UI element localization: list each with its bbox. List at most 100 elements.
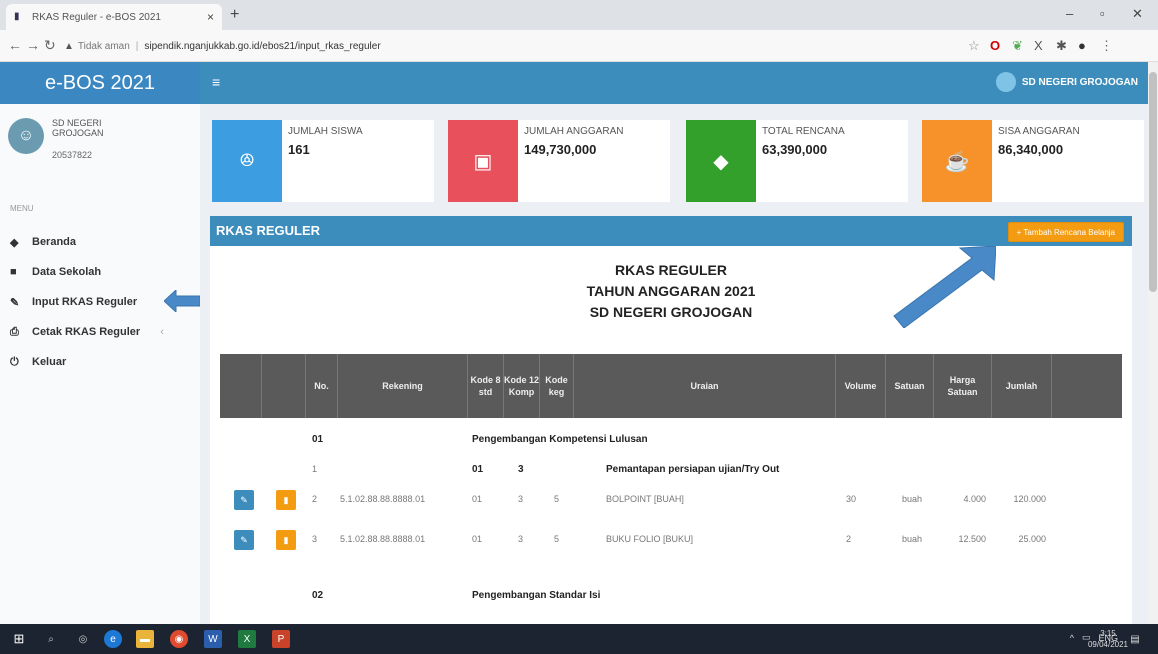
- opera-extension-icon[interactable]: O: [990, 38, 1000, 53]
- cell-harga: 12.500: [958, 534, 986, 544]
- edit-button[interactable]: ✎: [234, 490, 254, 510]
- panel-header: RKAS REGULER + Tambah Rencana Belanja: [210, 216, 1132, 246]
- tab-title: RKAS Reguler - e-BOS 2021: [32, 11, 161, 23]
- maximize-icon[interactable]: ▫: [1100, 6, 1105, 21]
- sidebar-item-keluar[interactable]: ⏻ Keluar: [10, 352, 66, 372]
- scrollbar-thumb[interactable]: [1149, 72, 1157, 292]
- cell-satuan: buah: [902, 534, 923, 544]
- stat-label: SISA ANGGARAN: [998, 126, 1080, 137]
- chevron-up-icon[interactable]: ^: [1070, 633, 1074, 643]
- user-menu[interactable]: SD NEGERI GROJOGAN: [995, 72, 1138, 92]
- table-row: ✎ ▮ 3 5.1.02.88.88.8888.01 01 3 5 BUKU F…: [220, 524, 1122, 558]
- cell-uraian: BUKU FOLIO [BUKU]: [606, 534, 694, 544]
- sidebar-item-label: Beranda: [32, 236, 77, 248]
- cell-rekening: 5.1.02.88.88.8888.01: [340, 494, 426, 504]
- forward-icon[interactable]: →: [26, 37, 40, 53]
- trash-icon: ▮: [283, 494, 289, 505]
- delete-button[interactable]: ▮: [276, 490, 296, 510]
- reload-icon[interactable]: ↻: [44, 37, 56, 54]
- sidebar-item-beranda[interactable]: ◆ Beranda: [10, 232, 76, 252]
- security-label: Tidak aman: [77, 40, 130, 52]
- notification-icon[interactable]: ▤: [1126, 630, 1144, 648]
- close-window-icon[interactable]: ✕: [1132, 6, 1143, 22]
- cell-no: 01: [312, 433, 324, 445]
- col-kode8-header: Kode 8 std: [468, 354, 504, 418]
- word-icon[interactable]: W: [204, 630, 222, 648]
- star-icon[interactable]: ☆: [968, 38, 980, 54]
- task-view-icon[interactable]: ◎: [74, 630, 92, 648]
- cell-kodekeg: 5: [554, 494, 560, 504]
- sidebar-item-cetak-rkas[interactable]: ⎙ Cetak RKAS Reguler ‹: [10, 322, 164, 342]
- col-no-header: No.: [306, 354, 338, 418]
- cell-no: 02: [312, 589, 324, 601]
- power-icon: ⏻: [10, 355, 19, 368]
- annotation-arrow-up: [893, 246, 996, 328]
- table-row: 01 Pengembangan Kompetensi Lulusan: [220, 424, 1122, 454]
- stat-value: 63,390,000: [762, 142, 828, 157]
- new-tab-button[interactable]: +: [230, 6, 239, 24]
- trash-icon: ▮: [283, 534, 289, 545]
- minimize-icon[interactable]: –: [1066, 6, 1073, 21]
- hamburger-icon[interactable]: ≡: [212, 74, 220, 90]
- stat-value: 86,340,000: [998, 142, 1064, 157]
- stat-card-jumlah-anggaran: ▣ JUMLAH ANGGARAN 149,730,000: [448, 120, 670, 202]
- stat-value: 161: [288, 142, 310, 157]
- money-icon: ▣: [448, 120, 518, 202]
- back-icon[interactable]: ←: [8, 37, 22, 53]
- extension-icon[interactable]: ❦: [1012, 38, 1023, 54]
- col-jumlah-header: Jumlah: [992, 354, 1052, 418]
- rkas-panel: RKAS REGULER + Tambah Rencana Belanja RK…: [210, 216, 1132, 624]
- profile-icon[interactable]: ●: [1078, 38, 1086, 53]
- browser-menu-icon[interactable]: ⋮: [1100, 38, 1113, 54]
- col-uraian-header: Uraian: [574, 354, 836, 418]
- excel-icon[interactable]: X: [238, 630, 256, 648]
- powerpoint-icon[interactable]: P: [272, 630, 290, 648]
- col-edit-header: [220, 354, 262, 418]
- cell-uraian: Pengembangan Standar Isi: [472, 589, 601, 601]
- search-icon[interactable]: ⌕: [42, 630, 60, 648]
- tag-icon: ◆: [686, 120, 756, 202]
- chevron-left-icon: ‹: [160, 326, 164, 338]
- page-scrollbar[interactable]: [1148, 62, 1158, 624]
- cell-kode12: 3: [518, 463, 524, 475]
- clock-time: 3:15: [1100, 629, 1116, 638]
- stat-value: 149,730,000: [524, 142, 597, 157]
- menu-heading: MENU: [10, 204, 34, 213]
- browser-tab[interactable]: ▮ RKAS Reguler - e-BOS 2021 ×: [6, 4, 222, 30]
- windows-start-icon[interactable]: ⊞: [10, 630, 28, 648]
- app-brand[interactable]: e-BOS 2021: [0, 62, 200, 104]
- cell-uraian: Pengembangan Kompetensi Lulusan: [472, 433, 648, 445]
- stat-card-total-rencana: ◆ TOTAL RENCANA 63,390,000: [686, 120, 908, 202]
- tab-close-icon[interactable]: ×: [207, 10, 214, 24]
- col-extra-header: [1052, 354, 1122, 418]
- cell-volume: 2: [846, 534, 852, 544]
- sidebar-item-data-sekolah[interactable]: ■ Data Sekolah: [10, 262, 101, 282]
- panel-title: RKAS REGULER: [216, 223, 321, 238]
- cell-kode8: 01: [472, 494, 483, 504]
- edit-icon: ✎: [240, 534, 248, 545]
- cell-kode8: 01: [472, 463, 484, 475]
- add-rencana-belanja-button[interactable]: + Tambah Rencana Belanja: [1007, 222, 1124, 242]
- edit-icon: ✎: [10, 296, 20, 309]
- x-extension-icon[interactable]: X: [1034, 38, 1043, 53]
- table-header: No. Rekening Kode 8 std Kode 12 Komp Kod…: [220, 354, 1122, 418]
- edge-icon[interactable]: e: [104, 630, 122, 648]
- table-row: ✎ ▮ 2 5.1.02.88.88.8888.01 01 3 5 BOLPOI…: [220, 484, 1122, 518]
- puzzle-icon[interactable]: ✱: [1056, 38, 1067, 54]
- chrome-icon[interactable]: ◉: [170, 630, 188, 648]
- col-kodekeg-header: Kode keg: [540, 354, 574, 418]
- file-explorer-icon[interactable]: ▬: [136, 630, 154, 648]
- delete-button[interactable]: ▮: [276, 530, 296, 550]
- user-avatar: [995, 72, 1016, 92]
- sidebar-item-label: Keluar: [32, 356, 67, 368]
- book-icon: ■: [10, 266, 17, 278]
- sidebar-item-input-rkas[interactable]: ✎ Input RKAS Reguler: [10, 292, 137, 312]
- cell-satuan: buah: [902, 494, 923, 504]
- url-field[interactable]: ▲ Tidak aman | sipendik.nganjukkab.go.id…: [64, 34, 944, 58]
- taskbar-clock[interactable]: 3:15 09/04/2021: [1088, 628, 1128, 650]
- cell-kodekeg: 5: [554, 534, 560, 544]
- edit-button[interactable]: ✎: [234, 530, 254, 550]
- address-bar: ← → ↻ ▲ Tidak aman | sipendik.nganjukkab…: [0, 30, 1158, 62]
- cell-no: 2: [312, 494, 318, 504]
- col-satuan-header: Satuan: [886, 354, 934, 418]
